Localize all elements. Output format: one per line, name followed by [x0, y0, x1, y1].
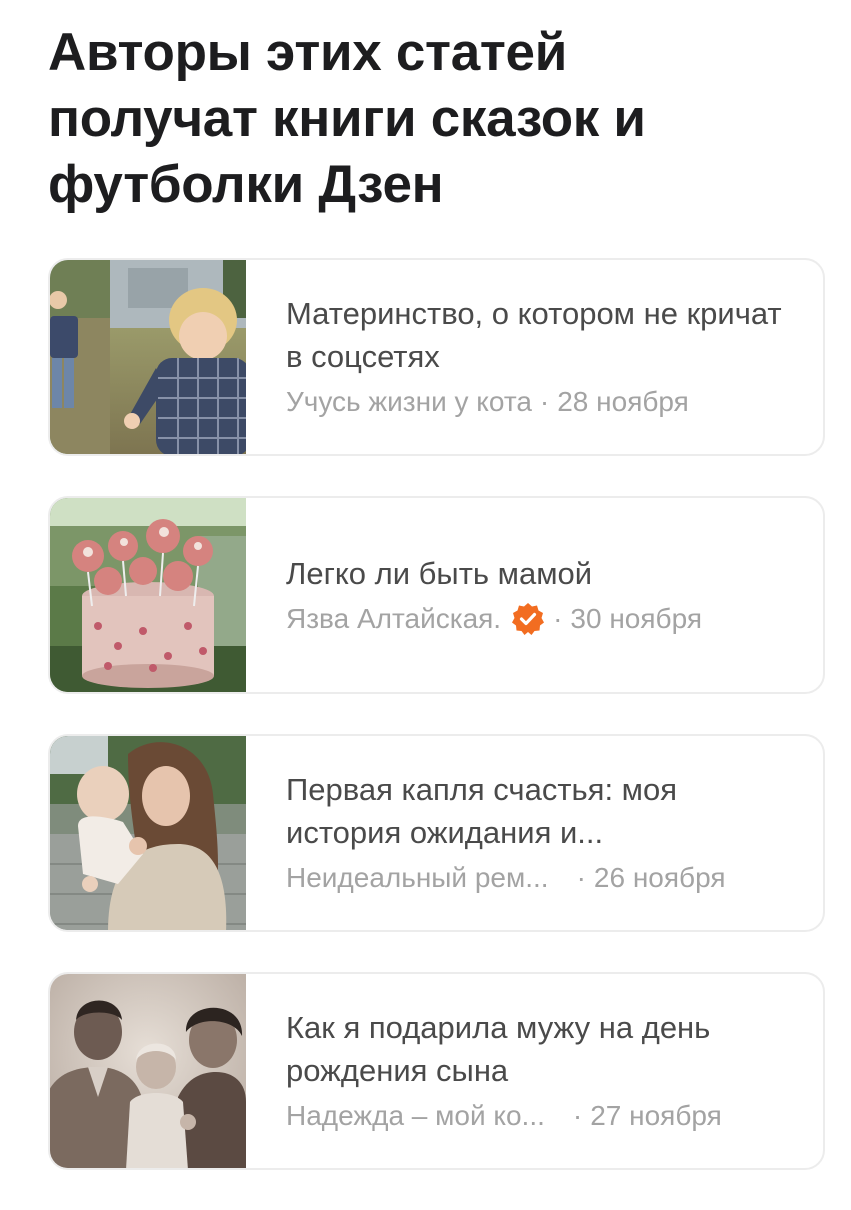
article-card[interactable]: Как я подарила мужу на день рождения сын… — [48, 972, 825, 1170]
article-date: 28 ноября — [557, 386, 689, 417]
article-title[interactable]: Материнство, о котором не кричат в соцсе… — [286, 292, 793, 378]
article-thumbnail[interactable] — [50, 736, 246, 930]
meta-separator: · — [553, 602, 563, 634]
mother-baby-photo-icon — [50, 736, 246, 930]
article-thumbnail[interactable] — [50, 974, 246, 1168]
article-info: Материнство, о котором не кричат в соцсе… — [246, 260, 823, 454]
page-title: Авторы этих статей получат книги сказок … — [48, 23, 646, 214]
meta-separator: · — [572, 1100, 583, 1131]
cake-photo-icon — [50, 498, 246, 692]
page: Авторы этих статей получат книги сказок … — [0, 0, 851, 1200]
article-info: Легко ли быть мамой Язва Алтайская. · 30… — [246, 498, 823, 692]
article-author[interactable]: Учусь жизни у кота — [286, 382, 532, 422]
article-thumbnail[interactable] — [50, 498, 246, 692]
article-card[interactable]: Легко ли быть мамой Язва Алтайская. · 30… — [48, 496, 825, 694]
article-author[interactable]: Надежда – мой ко... — [286, 1096, 545, 1136]
article-meta: Учусь жизни у кота · 28 ноября — [286, 382, 793, 422]
article-date: 30 ноября — [570, 602, 702, 634]
article-thumbnail[interactable] — [50, 260, 246, 454]
toddler-photo-icon — [50, 260, 246, 454]
article-info: Первая капля счастья: моя история ожидан… — [246, 736, 823, 930]
article-title[interactable]: Легко ли быть мамой — [286, 552, 793, 595]
verified-badge-icon — [512, 602, 545, 635]
article-card[interactable]: Первая капля счастья: моя история ожидан… — [48, 734, 825, 932]
article-author[interactable]: Неидеальный рем... — [286, 858, 549, 898]
article-list: Материнство, о котором не кричат в соцсе… — [48, 258, 825, 1210]
article-card[interactable]: Материнство, о котором не кричат в соцсе… — [48, 258, 825, 456]
article-author[interactable]: Язва Алтайская. — [286, 599, 501, 639]
meta-separator: · — [539, 386, 550, 417]
article-title[interactable]: Первая капля счастья: моя история ожидан… — [286, 768, 793, 854]
article-info: Как я подарила мужу на день рождения сын… — [246, 974, 823, 1168]
article-date: 26 ноября — [593, 862, 726, 893]
article-date: 27 ноября — [590, 1100, 722, 1131]
vintage-family-photo-icon — [50, 974, 246, 1168]
article-title[interactable]: Как я подарила мужу на день рождения сын… — [286, 1006, 793, 1092]
article-meta: Неидеальный рем... · 26 ноября — [286, 858, 793, 898]
meta-separator: · — [576, 862, 586, 893]
article-meta: Язва Алтайская. · 30 ноября — [286, 599, 793, 639]
article-meta: Надежда – мой ко... · 27 ноября — [286, 1096, 793, 1136]
